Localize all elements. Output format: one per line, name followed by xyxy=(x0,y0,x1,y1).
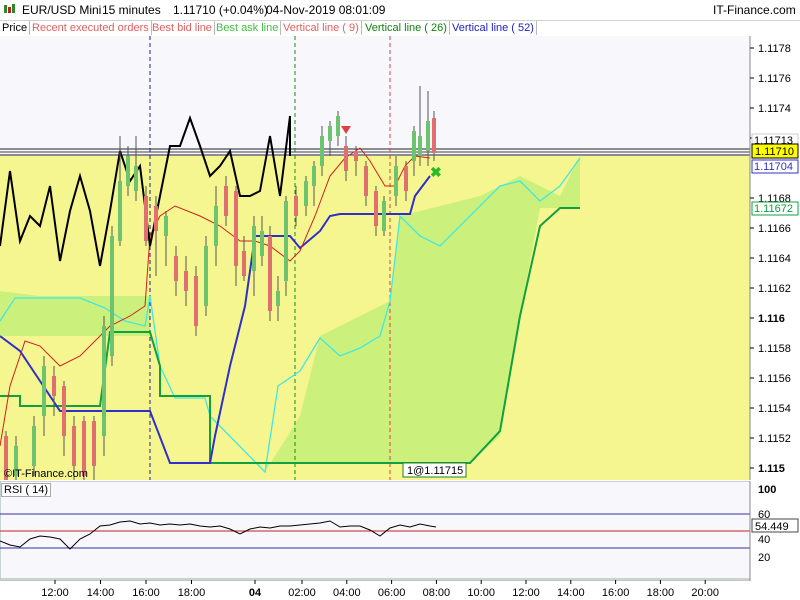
legend-recent-executed-orders[interactable]: Recent executed orders xyxy=(30,21,152,35)
price-tick-label: 1.1164 xyxy=(758,253,791,265)
brand-label: IT-Finance.com xyxy=(713,3,796,17)
order-tag-text: 1@1.11715 xyxy=(407,465,463,477)
time-tick-label: 18:00 xyxy=(647,587,675,599)
time-tick-label: 20:00 xyxy=(691,587,719,599)
time-tick-label: 16:00 xyxy=(602,587,630,599)
time-tick-label: 04:00 xyxy=(333,587,361,599)
price-tick-label: 1.1152 xyxy=(758,433,791,445)
price-tick-label: 1.1158 xyxy=(758,343,791,355)
time-tick-label: 04 xyxy=(249,587,262,599)
time-tick-label: 14:00 xyxy=(557,587,585,599)
price-label-kijun: 1.11704 xyxy=(754,161,793,173)
rsi-label[interactable]: RSI ( 14) xyxy=(1,483,52,497)
timeframe[interactable]: 15 minutes xyxy=(102,3,161,17)
legend-price[interactable]: Price xyxy=(0,21,31,35)
price-tick-label: 1.116 xyxy=(758,313,785,325)
rsi-tick-20: 20 xyxy=(758,552,770,564)
chart-title-bar: EUR/USD Mini 15 minutes 1.11710 (+0.04%)… xyxy=(0,0,800,21)
price-tick-label: 1.1176 xyxy=(758,73,791,85)
price-tick-label: 1.1162 xyxy=(758,283,791,295)
legend-vertical-line-52[interactable]: Vertical line ( 52) xyxy=(450,21,537,35)
time-tick-label: 06:00 xyxy=(378,587,406,599)
legend-vertical-line-26[interactable]: Vertical line ( 26) xyxy=(363,21,450,35)
price-tick-label: 1.1178 xyxy=(758,43,791,55)
order-cross-icon[interactable]: ✖ xyxy=(430,164,442,180)
time-tick-label: 12:00 xyxy=(512,587,540,599)
indicator-legend-bar: Price Recent executed orders Best bid li… xyxy=(0,20,750,36)
datetime: 04-Nov-2019 08:01:09 xyxy=(266,3,386,17)
time-tick-label: 12:00 xyxy=(41,587,69,599)
legend-best-ask-line[interactable]: Best ask line xyxy=(214,21,282,35)
time-tick-label: 08:00 xyxy=(423,587,451,599)
rsi-background xyxy=(0,481,751,580)
price-tick-label: 1.115 xyxy=(758,463,785,475)
chart-candles-icon xyxy=(4,4,15,13)
time-tick-label: 16:00 xyxy=(132,587,160,599)
price-tick-label: 1.1174 xyxy=(758,103,791,115)
time-tick-label: 14:00 xyxy=(87,587,115,599)
rsi-value-label: 54.449 xyxy=(755,521,789,533)
rsi-panel[interactable]: 100 60 40 20 54.449 xyxy=(0,481,800,581)
rsi-tick-40: 40 xyxy=(758,534,770,546)
rsi-tick-100: 100 xyxy=(758,484,776,496)
time-axis-ticks: 12:00 14:00 16:00 18:00 04 02:00 04:00 06:00 08:… xyxy=(41,580,719,599)
price-tick-label: 1.1154 xyxy=(758,403,791,415)
instrument-name: EUR/USD Mini xyxy=(22,3,102,17)
price-chart[interactable]: ✖ 1@1.11715 ©IT-Finance.com 1.1178 1.1176… xyxy=(0,36,800,480)
price-tick-label: 1.1166 xyxy=(758,223,791,235)
legend-best-bid-line[interactable]: Best bid line xyxy=(150,21,215,35)
time-tick-label: 02:00 xyxy=(288,587,316,599)
price-tick-label: 1.1156 xyxy=(758,373,791,385)
time-tick-label: 10:00 xyxy=(467,587,495,599)
current-price-label: 1.11710 xyxy=(755,146,794,158)
time-axis[interactable]: 12:00 14:00 16:00 18:00 04 02:00 04:00 06:00 08:… xyxy=(0,580,800,600)
legend-vertical-line-9[interactable]: Vertical line ( 9) xyxy=(281,21,362,35)
watermark: ©IT-Finance.com xyxy=(4,468,88,480)
price-change: 1.11710 (+0.04%) xyxy=(173,3,268,17)
price-label-span: 1.11672 xyxy=(754,203,793,215)
time-tick-label: 18:00 xyxy=(178,587,206,599)
